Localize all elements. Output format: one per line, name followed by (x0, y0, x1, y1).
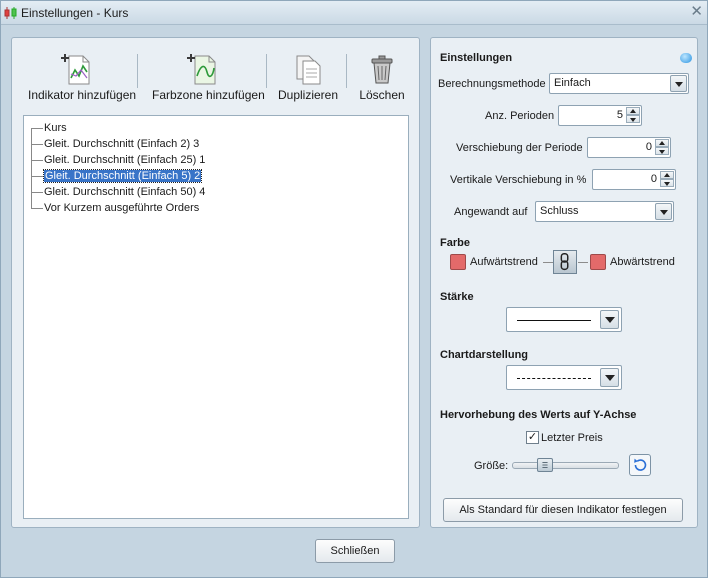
chain-link-icon[interactable] (553, 250, 577, 274)
spin-down-icon[interactable] (655, 147, 669, 155)
refresh-icon (634, 458, 647, 471)
method-select[interactable]: Einfach (549, 73, 689, 94)
window-title: Einstellungen - Kurs (21, 6, 129, 20)
vshift-value: 0 (650, 173, 657, 185)
spin-up-icon[interactable] (626, 107, 640, 115)
line-style-select[interactable] (506, 365, 622, 390)
candlestick-icon (4, 7, 17, 19)
duplicate-icon (296, 55, 321, 85)
link-line (543, 262, 553, 263)
tree-item-label: Gleit. Durchschnitt (Einfach 2) 3 (44, 138, 200, 150)
periods-label: Anz. Perioden (485, 110, 555, 122)
applied-label: Angewandt auf (454, 206, 528, 218)
grip-icon (542, 462, 548, 468)
chevron-down-icon[interactable] (655, 203, 672, 220)
shift-label: Verschiebung der Periode (456, 142, 583, 154)
tree-item-label: Gleit. Durchschnitt (Einfach 5) 2 (42, 169, 203, 183)
size-label: Größe: (474, 460, 509, 472)
spinner-buttons (655, 139, 669, 156)
tree-item-label: Gleit. Durchschnitt (Einfach 50) 4 (44, 186, 206, 198)
set-default-button[interactable]: Als Standard für diesen Indikator festle… (443, 498, 683, 522)
add-colorzone-icon (187, 54, 216, 85)
tree-item-label: Kurs (44, 122, 67, 134)
color-heading: Farbe (440, 237, 470, 249)
duplicate-label: Duplizieren (278, 88, 339, 102)
vshift-label: Vertikale Verschiebung in % (450, 174, 587, 186)
spin-down-icon[interactable] (660, 179, 674, 187)
spinner-buttons (660, 171, 674, 188)
reset-size-button[interactable] (629, 454, 651, 476)
add-indicator-button[interactable]: Indikator hinzufügen (28, 52, 137, 102)
add-indicator-label: Indikator hinzufügen (28, 88, 137, 102)
toolbar-separator (346, 54, 347, 88)
last-price-checkbox[interactable]: ✓ (526, 431, 539, 444)
periods-value: 5 (616, 109, 623, 121)
method-label: Berechnungsmethode (438, 78, 546, 90)
close-icon[interactable]: ✕ (690, 3, 703, 21)
toolbar-separator (137, 54, 138, 88)
applied-select[interactable]: Schluss (535, 201, 674, 222)
add-colorzone-label: Farbzone hinzufügen (152, 88, 265, 102)
settings-panel: Einstellungen Berechnungsmethode Einfach… (430, 37, 698, 528)
uptrend-label: Aufwärtstrend (470, 256, 538, 268)
settings-heading: Einstellungen (440, 52, 513, 64)
link-line (578, 262, 588, 263)
tree-item-label: Gleit. Durchschnitt (Einfach 25) 1 (44, 154, 206, 166)
tree-item-kurs[interactable]: Kurs (31, 121, 67, 136)
size-slider-thumb[interactable] (537, 458, 553, 472)
tree-item-label: Vor Kurzem ausgeführte Orders (44, 202, 200, 214)
add-indicator-icon (61, 54, 90, 85)
shift-value: 0 (645, 141, 652, 153)
delete-label: Löschen (359, 88, 405, 102)
toolbar-separator (266, 54, 267, 88)
tree-item-orders[interactable]: Vor Kurzem ausgeführte Orders (31, 201, 199, 216)
tree-item[interactable]: Gleit. Durchschnitt (Einfach 2) 3 (31, 137, 199, 152)
uptrend-color-swatch[interactable] (450, 254, 466, 270)
trash-icon (371, 55, 393, 84)
delete-button[interactable]: Löschen (357, 52, 407, 102)
close-button[interactable]: Schließen (315, 539, 395, 563)
applied-value: Schluss (540, 205, 579, 217)
add-colorzone-button[interactable]: Farbzone hinzufügen (152, 52, 265, 102)
downtrend-label: Abwärtstrend (610, 256, 675, 268)
line-width-select[interactable] (506, 307, 622, 332)
spin-up-icon[interactable] (655, 139, 669, 147)
tree-item[interactable]: Gleit. Durchschnitt (Einfach 50) 4 (31, 185, 205, 200)
settings-dialog: Einstellungen - Kurs ✕ Indikator hinzufü… (0, 0, 708, 578)
shift-spinner[interactable]: 0 (587, 137, 671, 158)
chevron-down-icon[interactable] (600, 368, 619, 387)
spin-up-icon[interactable] (660, 171, 674, 179)
chevron-down-icon[interactable] (600, 310, 619, 329)
vshift-spinner[interactable]: 0 (592, 169, 676, 190)
chartstyle-heading: Chartdarstellung (440, 349, 529, 361)
tree-item[interactable]: Gleit. Durchschnitt (Einfach 25) 1 (31, 153, 205, 168)
indicator-list-panel: Indikator hinzufügen Farbzone hinzufügen… (11, 37, 420, 528)
solid-line-preview (517, 320, 591, 321)
dashed-line-preview (517, 378, 591, 379)
spinner-buttons (626, 107, 640, 124)
periods-spinner[interactable]: 5 (558, 105, 642, 126)
downtrend-color-swatch[interactable] (590, 254, 606, 270)
method-value: Einfach (554, 77, 591, 89)
help-bubble-icon[interactable] (680, 53, 692, 63)
indicator-tree[interactable]: Kurs Gleit. Durchschnitt (Einfach 2) 3 G… (23, 115, 409, 519)
strength-heading: Stärke (440, 291, 474, 303)
chevron-down-icon[interactable] (670, 75, 687, 92)
title-bar[interactable]: Einstellungen - Kurs ✕ (1, 1, 707, 25)
size-slider-track[interactable] (512, 462, 619, 469)
highlight-heading: Hervorhebung des Werts auf Y-Achse (440, 409, 637, 421)
tree-item-selected[interactable]: Gleit. Durchschnitt (Einfach 5) 2 (31, 169, 203, 184)
last-price-label: Letzter Preis (541, 432, 603, 444)
spin-down-icon[interactable] (626, 115, 640, 123)
duplicate-button[interactable]: Duplizieren (278, 52, 338, 102)
